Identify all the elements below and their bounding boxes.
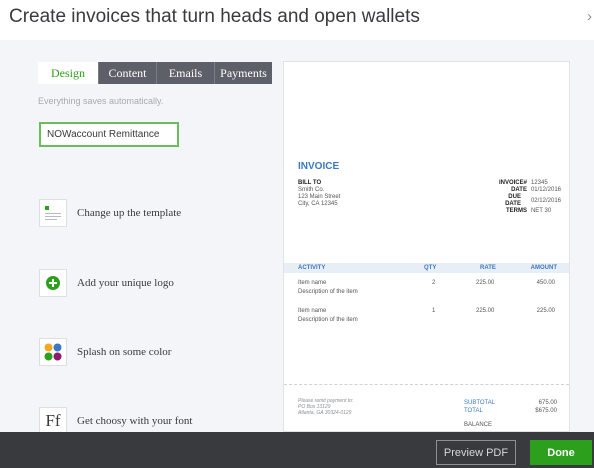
bill-to-heading: BILL TO [298, 180, 322, 186]
item-amount: 225.00 [536, 308, 555, 314]
column-header: AMOUNT [530, 265, 557, 271]
column-header: QTY [424, 265, 437, 271]
balance-label: BALANCE [464, 422, 493, 428]
color-palette-icon [39, 338, 67, 366]
meta-key: TERMS [505, 208, 527, 214]
tab-content[interactable]: Content [99, 62, 157, 84]
feature-add-logo[interactable]: Add your unique logo [39, 269, 174, 297]
meta-key: DATE [511, 187, 527, 193]
item-amount: 450.00 [536, 280, 555, 286]
item-rate: 225.00 [476, 280, 495, 286]
tab-payments[interactable]: Payments [215, 62, 272, 84]
item-qty: 2 [432, 280, 436, 286]
item-description: Description of the item [298, 317, 358, 323]
column-header: ACTIVITY [298, 265, 326, 271]
meta-value: 12345 [530, 180, 548, 186]
remit-address: Please remit payment to: PO Box 13129 At… [298, 398, 353, 416]
item-name: Item name [298, 280, 327, 286]
preview-pdf-button[interactable]: Preview PDF [436, 440, 516, 465]
column-header: RATE [480, 265, 496, 271]
bill-to: BILL TO Smith Co. 123 Main Street City, … [298, 180, 340, 208]
invoice-title: INVOICE [298, 161, 340, 172]
template-name-input[interactable] [39, 122, 179, 147]
meta-value: 02/12/2016 [530, 198, 561, 204]
page-title: Create invoices that turn heads and open… [9, 6, 420, 27]
item-name: Item name [298, 308, 327, 314]
item-rate: 225.00 [476, 308, 495, 314]
total-value: $675.00 [535, 408, 557, 414]
invoice-meta: INVOICE# 12345 DATE 01/12/2016 DUE DATE … [499, 180, 561, 215]
design-tabs: Design Content Emails Payments [38, 62, 272, 84]
feature-label: Get choosy with your font [77, 415, 193, 427]
invoice-preview: INVOICE BILL TO Smith Co. 123 Main Stree… [283, 61, 570, 432]
feature-color[interactable]: Splash on some color [39, 338, 171, 366]
invoice-totals: SUBTOTAL 675.00 TOTAL $675.00 BALANCE [464, 399, 557, 429]
done-button[interactable]: Done [530, 440, 592, 465]
feature-label: Splash on some color [77, 346, 172, 358]
item-qty: 1 [432, 308, 436, 314]
tab-emails[interactable]: Emails [157, 62, 215, 84]
feature-label: Change up the template [77, 207, 182, 219]
close-icon[interactable]: › [587, 8, 592, 25]
meta-value: 01/12/2016 [530, 187, 561, 193]
bill-to-line: 123 Main Street [298, 194, 341, 200]
activity-header: ACTIVITY QTY RATE AMOUNT [284, 263, 569, 273]
meta-value: NET 30 [530, 208, 552, 214]
footer-divider [284, 384, 569, 385]
add-logo-icon [39, 269, 67, 297]
font-icon: Ff [39, 407, 67, 435]
item-description: Description of the item [298, 289, 358, 295]
feature-change-template[interactable]: Change up the template [39, 199, 181, 227]
remit-line: Atlanta, GA 30324-0129 [298, 410, 352, 416]
meta-key: DUE DATE [505, 194, 521, 207]
total-label: TOTAL [464, 408, 483, 414]
feature-label: Add your unique logo [77, 277, 174, 289]
subtotal-label: SUBTOTAL [464, 400, 496, 406]
feature-font[interactable]: Ff Get choosy with your font [39, 407, 192, 435]
subtotal-value: 675.00 [538, 400, 557, 406]
bill-to-line: City, CA 12345 [298, 201, 338, 207]
meta-key: INVOICE# [498, 180, 527, 186]
template-icon [39, 199, 67, 227]
tab-design[interactable]: Design [38, 62, 99, 84]
bill-to-line: Smith Co. [298, 187, 325, 193]
autosave-note: Everything saves automatically. [38, 96, 164, 106]
